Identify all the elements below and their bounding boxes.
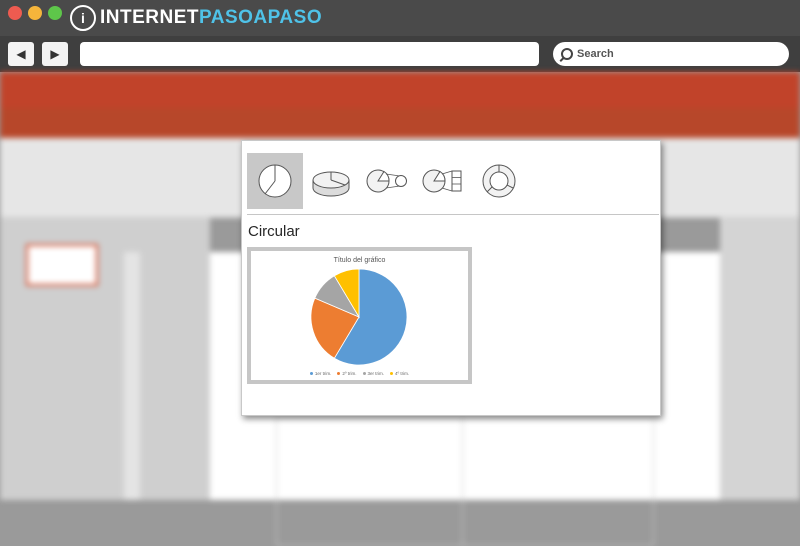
logo-text-suffix: PASOAPASO bbox=[199, 7, 323, 28]
forward-arrow-icon: ▶ bbox=[50, 47, 60, 61]
legend-item: 3er trim. bbox=[362, 371, 385, 376]
legend-swatch bbox=[337, 372, 341, 375]
legend-item: 1er trim. bbox=[309, 371, 332, 376]
back-button[interactable]: ◀ bbox=[8, 42, 34, 66]
chart-type-pie-2d[interactable] bbox=[247, 153, 303, 209]
legend-label: 3er trim. bbox=[367, 371, 385, 376]
chart-legend: 1er trim. 2º trim. 3er trim. 4º trim. bbox=[251, 371, 468, 376]
pp-titlebar bbox=[0, 72, 800, 108]
pie-of-pie-icon bbox=[366, 169, 407, 193]
chart-type-doughnut[interactable] bbox=[471, 153, 527, 209]
pp-right-panel bbox=[720, 218, 800, 500]
logo-text: INTERNETPASOAPASO bbox=[100, 7, 322, 29]
chart-type-pie-3d[interactable] bbox=[303, 153, 359, 209]
legend-swatch bbox=[362, 372, 366, 375]
forward-button[interactable]: ▶ bbox=[42, 42, 68, 66]
bar-of-pie-icon bbox=[422, 169, 462, 193]
chart-gallery-popup: Circular Título del gráfico 1er trim. 2º … bbox=[241, 140, 661, 416]
logo-icon: i bbox=[70, 5, 96, 31]
maximize-window-button[interactable] bbox=[48, 6, 62, 20]
gallery-divider bbox=[247, 214, 659, 215]
legend-label: 1er trim. bbox=[314, 371, 332, 376]
logo-text-prefix: INTERNET bbox=[100, 7, 199, 28]
chart-preview[interactable]: Título del gráfico 1er trim. 2º trim. 3er … bbox=[247, 247, 472, 384]
address-bar[interactable] bbox=[80, 42, 539, 66]
pp-table-divider bbox=[462, 416, 463, 546]
legend-item: 4º trim. bbox=[390, 371, 409, 376]
pp-ruler bbox=[124, 252, 140, 500]
doughnut-icon bbox=[482, 164, 516, 198]
browser-toolbar: ◀ ▶ Search bbox=[0, 36, 800, 72]
pie-2d-icon bbox=[258, 164, 292, 198]
pp-table bbox=[276, 416, 654, 546]
close-window-button[interactable] bbox=[8, 6, 22, 20]
pp-slide-thumbnail[interactable] bbox=[26, 244, 98, 286]
chart-type-gallery bbox=[247, 153, 527, 209]
pp-ribbon-tabs bbox=[0, 108, 800, 138]
legend-swatch bbox=[390, 372, 394, 375]
pie-3d-icon bbox=[312, 171, 350, 197]
legend-swatch bbox=[309, 372, 313, 375]
legend-label: 4º trim. bbox=[395, 371, 410, 376]
back-arrow-icon: ◀ bbox=[16, 47, 26, 61]
chart-type-bar-of-pie[interactable] bbox=[415, 153, 471, 209]
legend-item: 2º trim. bbox=[337, 371, 357, 376]
chart-subtype-title: Circular bbox=[248, 223, 300, 240]
pie-chart bbox=[310, 268, 408, 366]
browser-titlebar: i INTERNETPASOAPASO bbox=[0, 0, 800, 36]
site-logo: i INTERNETPASOAPASO bbox=[70, 4, 322, 32]
minimize-window-button[interactable] bbox=[28, 6, 42, 20]
chart-type-pie-of-pie[interactable] bbox=[359, 153, 415, 209]
search-input[interactable]: Search bbox=[553, 42, 789, 66]
search-placeholder: Search bbox=[577, 48, 614, 60]
legend-label: 2º trim. bbox=[342, 371, 357, 376]
search-icon bbox=[561, 48, 573, 60]
